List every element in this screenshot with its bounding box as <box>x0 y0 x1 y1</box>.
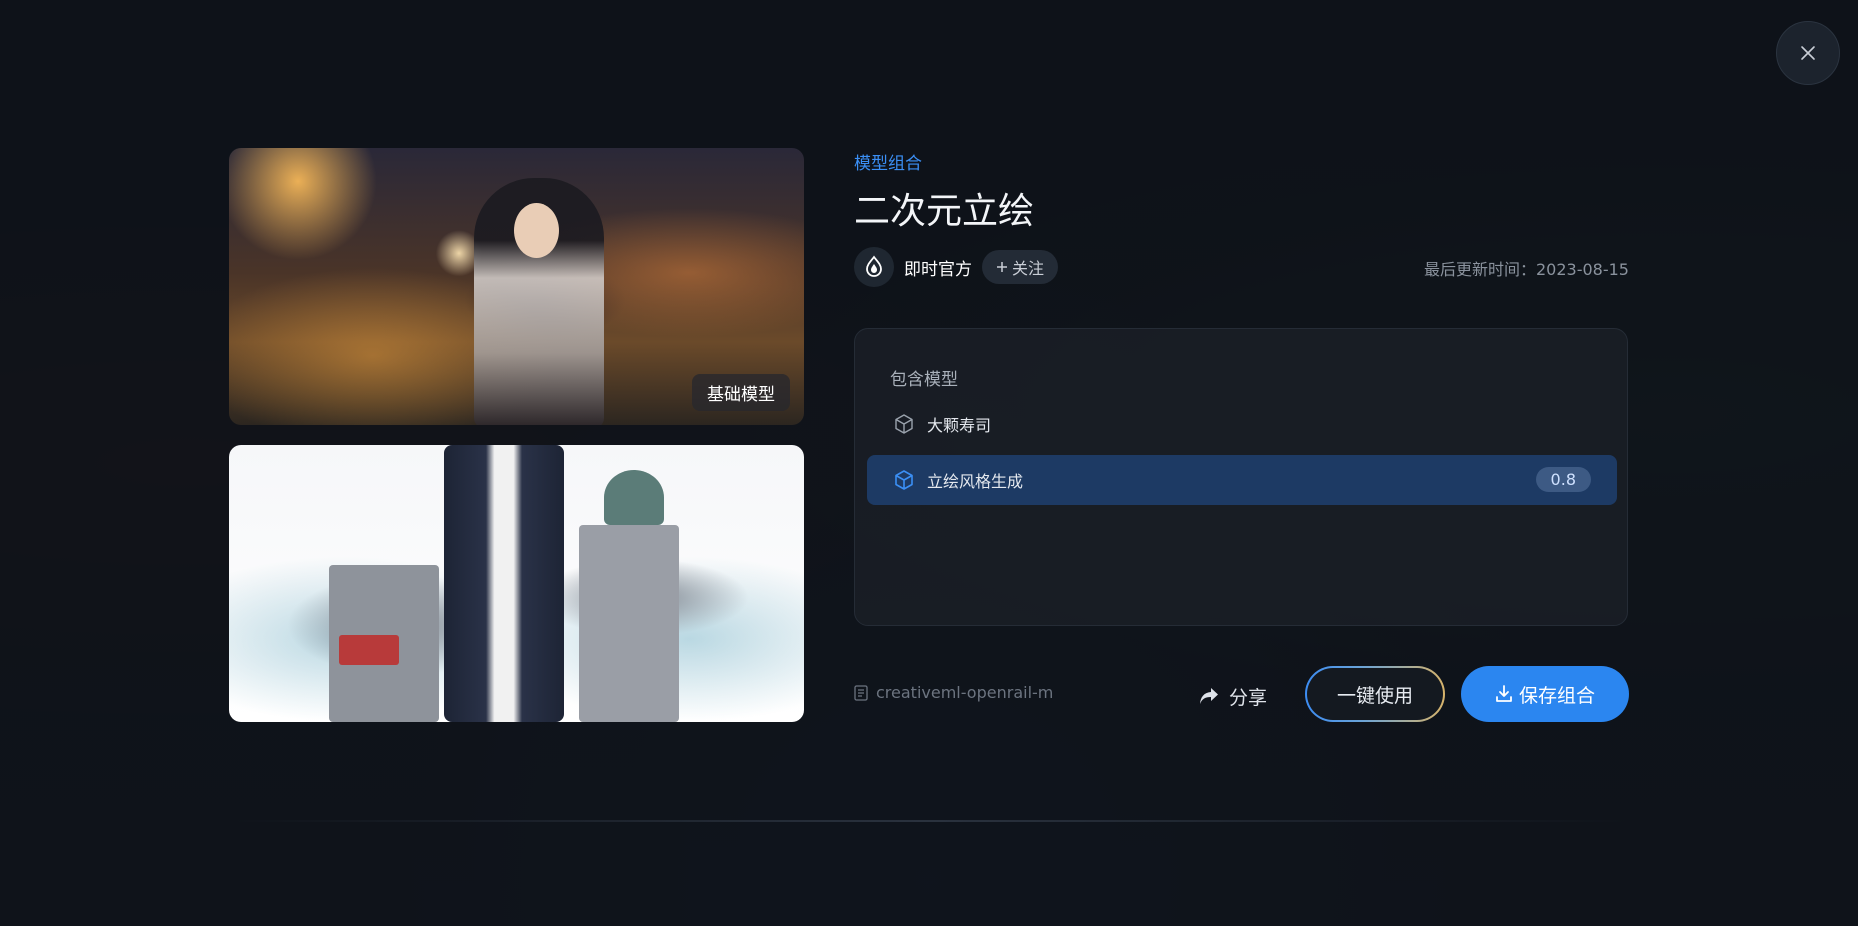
cube-icon <box>895 414 913 434</box>
included-models-box: 包含模型 大颗寿司 立绘风格生成 0.8 <box>854 328 1628 626</box>
model-item-sushi[interactable]: 大颗寿司 <box>867 399 1617 449</box>
model-weight-badge: 0.8 <box>1535 467 1591 492</box>
preview-image-1[interactable]: 基础模型 <box>229 148 804 425</box>
close-button[interactable] <box>1776 21 1840 85</box>
save-combo-button[interactable]: 保存组合 <box>1461 666 1629 722</box>
temple-structure-right <box>579 525 679 722</box>
follow-button[interactable]: 关注 <box>982 250 1059 284</box>
category-label[interactable]: 模型组合 <box>854 149 922 174</box>
divider <box>230 820 1630 822</box>
temple-dome <box>604 470 664 525</box>
info-section: 模型组合 二次元立绘 即时官方 关注 最后更新时间：2023-08-15 包含模… <box>854 148 1629 728</box>
close-icon <box>1801 46 1815 60</box>
save-label: 保存组合 <box>1518 684 1595 707</box>
character-face <box>514 203 559 258</box>
preview-image-2[interactable] <box>229 445 804 722</box>
base-model-tag: 基础模型 <box>692 374 790 411</box>
share-button[interactable]: 分享 <box>1199 676 1267 716</box>
author-row: 即时官方 关注 <box>854 247 1059 287</box>
model-name: 大颗寿司 <box>927 416 992 435</box>
suited-character <box>444 445 564 722</box>
model-item-portrait-style[interactable]: 立绘风格生成 0.8 <box>867 455 1617 505</box>
red-box <box>339 635 399 665</box>
page-title: 二次元立绘 <box>854 191 1035 232</box>
last-updated: 最后更新时间：2023-08-15 <box>1424 260 1629 279</box>
author-name[interactable]: 即时官方 <box>904 255 972 280</box>
share-label: 分享 <box>1229 686 1268 709</box>
download-icon <box>1496 685 1512 702</box>
flame-logo-icon <box>866 255 882 277</box>
use-button-label: 一键使用 <box>1307 668 1443 720</box>
cube-icon <box>895 470 913 490</box>
document-icon <box>854 684 868 701</box>
one-click-use-button[interactable]: 一键使用 <box>1305 666 1445 722</box>
model-combo-panel: 基础模型 模型组合 二次元立绘 即时官方 关注 最后更新时间：2023-08-1… <box>229 148 1629 728</box>
license-info: creativeml-openrail-m <box>854 683 1053 702</box>
share-icon <box>1200 688 1218 704</box>
model-name: 立绘风格生成 <box>927 472 1024 491</box>
included-models-header: 包含模型 <box>890 370 958 390</box>
follow-label: 关注 <box>1012 259 1045 278</box>
license-text: creativeml-openrail-m <box>876 683 1054 702</box>
plus-icon <box>997 262 1007 272</box>
author-avatar[interactable] <box>854 247 894 287</box>
